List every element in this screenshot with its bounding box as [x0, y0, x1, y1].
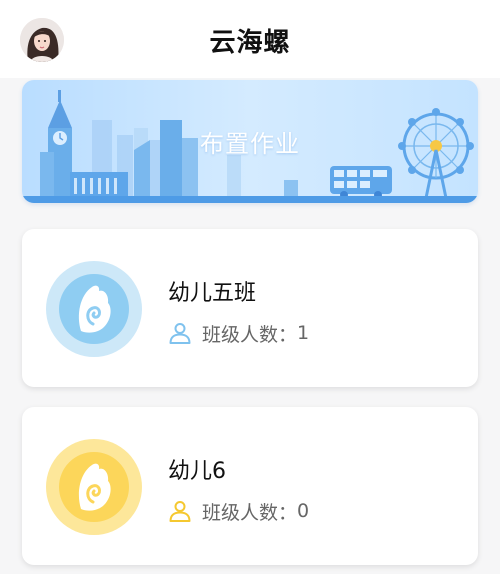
class-card[interactable]: 幼儿五班 班级人数： 1: [22, 229, 478, 387]
seashell-icon: [46, 261, 142, 357]
class-name: 幼儿6: [168, 459, 226, 484]
member-count-value: 1: [297, 322, 310, 344]
top-bar: 云海螺: [0, 0, 500, 78]
member-count-label: 班级人数：: [202, 501, 298, 524]
screen: 云海螺 布置作业 幼儿五班 班级人数： 1 幼儿6 班级人数： 0: [0, 0, 500, 574]
member-count-label: 班级人数：: [202, 323, 298, 346]
person-icon: [168, 321, 192, 345]
class-card[interactable]: 幼儿6 班级人数： 0: [22, 407, 478, 565]
person-icon: [168, 499, 192, 523]
class-name: 幼儿五班: [168, 281, 257, 306]
page-title: 云海螺: [209, 28, 291, 58]
member-count-row: 班级人数： 1: [168, 319, 309, 347]
banner-label: 布置作业: [200, 130, 300, 158]
member-count-value: 0: [297, 500, 310, 522]
member-count-row: 班级人数： 0: [168, 497, 309, 525]
seashell-icon: [46, 439, 142, 535]
